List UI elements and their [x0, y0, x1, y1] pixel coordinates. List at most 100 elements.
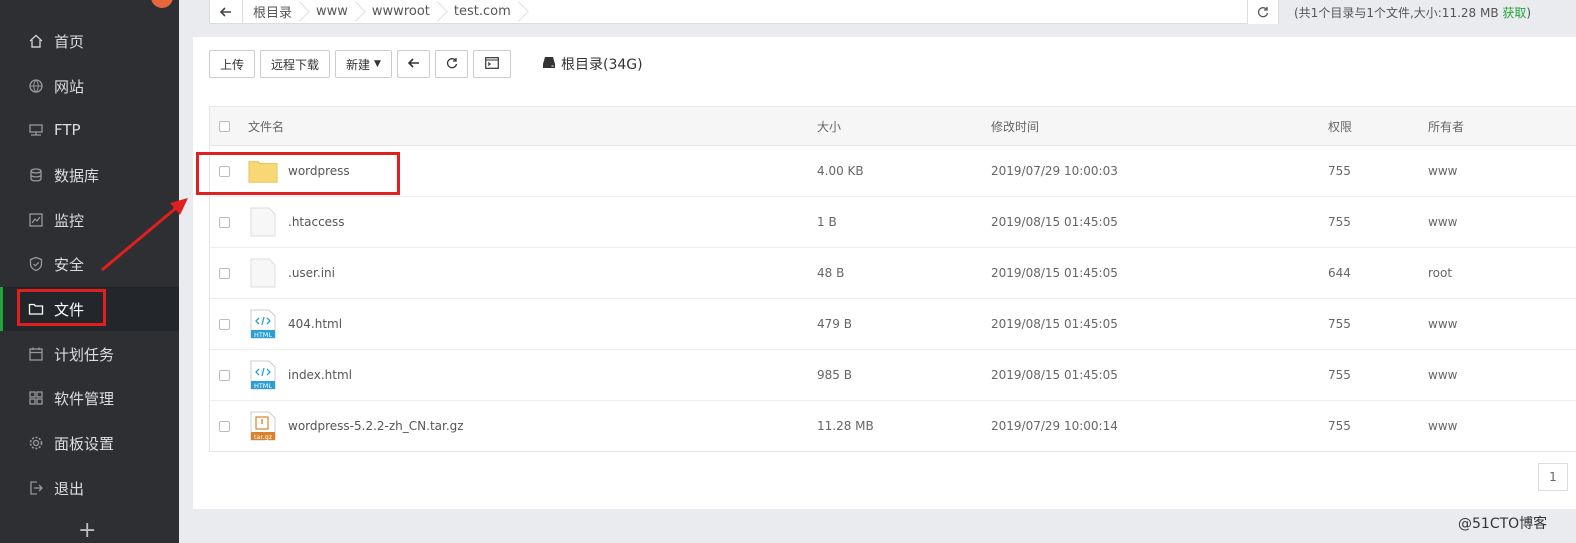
- breadcrumb: 根目录 www wwwroot test.com: [209, 0, 1279, 24]
- size-cell: 48 B: [817, 266, 845, 280]
- perm-cell[interactable]: 755: [1328, 299, 1351, 349]
- summary-text: (共1个目录与1个文件,大小:11.28 MB: [1294, 6, 1503, 20]
- hard-drive-icon: [542, 56, 561, 73]
- summary-close: ): [1526, 6, 1532, 20]
- checkbox-cell: [219, 401, 230, 451]
- terminal-button[interactable]: [473, 50, 511, 78]
- get-size-link[interactable]: 获取: [1502, 6, 1526, 20]
- checkbox-cell: [219, 299, 230, 349]
- file-table: 文件名 大小 修改时间 权限 所有者 wordpress 4.00 KB 201…: [209, 106, 1576, 452]
- name-cell: HTML 404.html: [248, 299, 342, 349]
- size-cell: 479 B: [817, 317, 852, 331]
- back-button[interactable]: [397, 50, 430, 78]
- breadcrumb-item[interactable]: www: [306, 0, 362, 24]
- file-name[interactable]: 404.html: [288, 317, 342, 331]
- breadcrumb-item[interactable]: wwwroot: [362, 0, 444, 24]
- sidebar-item-software[interactable]: 软件管理: [0, 376, 179, 420]
- disk-label: 根目录(34G): [561, 57, 643, 73]
- sidebar-item-label: 软件管理: [54, 389, 115, 408]
- upload-button[interactable]: 上传: [209, 50, 255, 78]
- highlight-box-files: [17, 289, 106, 326]
- name-cell: HTML index.html: [248, 350, 352, 400]
- header-size[interactable]: 大小: [817, 107, 841, 145]
- html-file-icon: HTML: [248, 309, 278, 339]
- file-name[interactable]: .user.ini: [288, 266, 335, 280]
- owner-cell[interactable]: www: [1428, 401, 1457, 451]
- owner-cell[interactable]: www: [1428, 299, 1457, 349]
- directory-summary: (共1个目录与1个文件,大小:11.28 MB 获取): [1294, 4, 1531, 21]
- header-modified[interactable]: 修改时间: [991, 107, 1039, 145]
- gear-icon: [28, 435, 44, 451]
- row-checkbox[interactable]: [219, 267, 230, 279]
- terminal-icon: [485, 56, 499, 72]
- modified-cell: 2019/08/15 01:45:05: [991, 368, 1118, 382]
- table-row[interactable]: .htaccess 1 B 2019/08/15 01:45:05 755 ww…: [210, 197, 1576, 248]
- header-name[interactable]: 文件名: [248, 107, 284, 145]
- checkbox-cell: [219, 350, 230, 400]
- perm-cell[interactable]: 755: [1328, 401, 1351, 451]
- html-file-icon: HTML: [248, 360, 278, 390]
- archive-file-icon: tar.gz: [248, 411, 278, 441]
- refresh-button[interactable]: [435, 50, 468, 78]
- row-checkbox[interactable]: [219, 420, 230, 432]
- name-cell: .user.ini: [248, 248, 335, 298]
- file-name[interactable]: index.html: [288, 368, 352, 382]
- sidebar-item-label: 面板设置: [54, 434, 115, 453]
- size-cell: 1 B: [817, 215, 837, 229]
- modified-cell: 2019/07/29 10:00:03: [991, 164, 1118, 178]
- logout-icon: [28, 480, 44, 496]
- owner-cell[interactable]: www: [1428, 197, 1457, 247]
- table-row[interactable]: .user.ini 48 B 2019/08/15 01:45:05 644 r…: [210, 248, 1576, 299]
- add-button[interactable]: +: [78, 518, 96, 543]
- perm-cell[interactable]: 755: [1328, 146, 1351, 196]
- toolbar: 上传 远程下载 新建 ▼ 根目录(34G): [209, 50, 643, 78]
- header-perm[interactable]: 权限: [1328, 107, 1352, 145]
- header-owner[interactable]: 所有者: [1428, 107, 1464, 145]
- select-all-checkbox[interactable]: [219, 120, 230, 132]
- file-icon: [248, 258, 278, 288]
- row-checkbox[interactable]: [219, 216, 230, 228]
- sidebar-item-cron[interactable]: 计划任务: [0, 332, 179, 376]
- back-arrow-icon[interactable]: [210, 0, 243, 24]
- new-dropdown-button[interactable]: 新建 ▼: [335, 50, 392, 78]
- perm-cell[interactable]: 644: [1328, 248, 1351, 298]
- sidebar-item-label: 计划任务: [54, 345, 115, 364]
- targz-icon-text: tar.gz: [254, 433, 273, 441]
- back-arrow-icon: [407, 57, 420, 71]
- table-row[interactable]: tar.gz wordpress-5.2.2-zh_CN.tar.gz 11.2…: [210, 401, 1576, 451]
- perm-cell[interactable]: 755: [1328, 350, 1351, 400]
- highlight-box-wordpress: [196, 152, 400, 195]
- file-icon: [248, 207, 278, 237]
- owner-cell[interactable]: root: [1428, 248, 1452, 298]
- table-row[interactable]: HTML 404.html 479 B 2019/08/15 01:45:05 …: [210, 299, 1576, 350]
- sidebar-item-settings[interactable]: 面板设置: [0, 421, 179, 465]
- row-checkbox[interactable]: [219, 318, 230, 330]
- refresh-icon: [446, 57, 458, 72]
- checkbox-cell: [219, 248, 230, 298]
- row-checkbox[interactable]: [219, 369, 230, 381]
- new-label: 新建: [346, 57, 371, 72]
- table-row[interactable]: HTML index.html 985 B 2019/08/15 01:45:0…: [210, 350, 1576, 401]
- watermark: @51CTO博客: [1458, 516, 1548, 532]
- refresh-icon[interactable]: [1247, 0, 1278, 24]
- checkbox-cell: [219, 197, 230, 247]
- breadcrumb-item[interactable]: test.com: [444, 0, 525, 24]
- modified-cell: 2019/07/29 10:00:14: [991, 419, 1118, 433]
- disk-info[interactable]: 根目录(34G): [542, 54, 643, 74]
- annotation-arrow: [101, 198, 188, 272]
- breadcrumb-item[interactable]: 根目录: [243, 0, 306, 24]
- file-name[interactable]: wordpress-5.2.2-zh_CN.tar.gz: [288, 419, 464, 433]
- select-all-cell: [219, 107, 230, 145]
- table-row[interactable]: wordpress 4.00 KB 2019/07/29 10:00:03 75…: [210, 146, 1576, 197]
- owner-cell[interactable]: www: [1428, 146, 1457, 196]
- sidebar-item-label: 退出: [54, 479, 85, 498]
- perm-cell[interactable]: 755: [1328, 197, 1351, 247]
- file-name[interactable]: .htaccess: [288, 215, 345, 229]
- grid-icon: [28, 390, 44, 406]
- remote-download-button[interactable]: 远程下载: [260, 50, 330, 78]
- page-button[interactable]: 1: [1538, 463, 1568, 491]
- name-cell: tar.gz wordpress-5.2.2-zh_CN.tar.gz: [248, 401, 464, 451]
- sidebar-item-logout[interactable]: 退出: [0, 466, 179, 510]
- owner-cell[interactable]: www: [1428, 350, 1457, 400]
- calendar-icon: [28, 346, 44, 362]
